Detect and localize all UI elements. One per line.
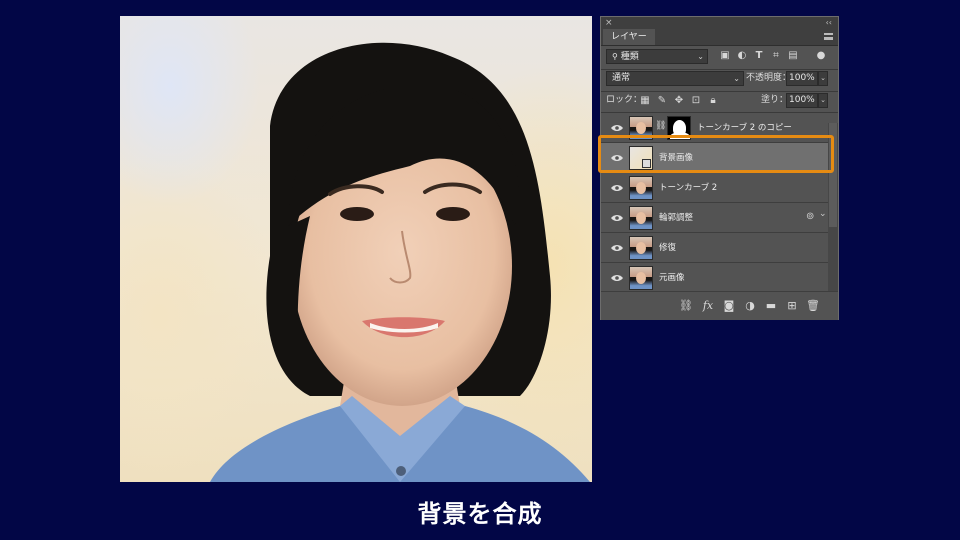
opacity-dropdown-icon[interactable]: ⌄: [818, 71, 828, 86]
smart-object-filter-icon[interactable]: ▤: [787, 50, 799, 62]
filter-kind-label: 種類: [620, 52, 639, 62]
link-icon[interactable]: ⛓: [679, 299, 693, 313]
lock-row: ロック： ▦ ✎ ✥ ⊡ 🔒︎ 塗り： 100% ⌄: [601, 93, 838, 109]
selection-highlight: [598, 135, 834, 173]
eye-icon[interactable]: [611, 184, 623, 192]
smart-filter-icon: ⊚: [806, 211, 815, 222]
lock-position-icon[interactable]: ✥: [673, 95, 685, 107]
layer-row[interactable]: 輪郭調整 ⊚ ⌄: [601, 203, 828, 233]
chevron-down-icon: ⌄: [697, 52, 704, 61]
layer-name: 修復: [659, 243, 677, 253]
lock-paint-icon[interactable]: ✎: [656, 95, 668, 107]
lock-artboard-icon[interactable]: ⊡: [690, 95, 702, 107]
blend-mode-label: 通常: [612, 73, 631, 83]
fill-dropdown-icon[interactable]: ⌄: [818, 93, 828, 108]
filter-kind-select[interactable]: ⚲ 種類 ⌄: [606, 49, 708, 64]
eye-icon[interactable]: [611, 124, 623, 132]
fill-label: 塗り：: [761, 95, 789, 105]
collapse-icon[interactable]: ‹‹: [826, 17, 832, 29]
divider: [601, 91, 838, 92]
layer-row[interactable]: 元画像: [601, 263, 828, 293]
mask-icon[interactable]: ◙: [722, 299, 736, 313]
folder-icon[interactable]: ▬: [764, 299, 778, 313]
layer-thumbnail: [629, 236, 653, 260]
type-filter-icon[interactable]: T: [753, 50, 765, 62]
layer-thumbnail: [629, 206, 653, 230]
eye-icon[interactable]: [611, 244, 623, 252]
layer-row[interactable]: 修復: [601, 233, 828, 263]
adjustment-filter-icon[interactable]: ◐: [736, 50, 748, 62]
tab-layers[interactable]: レイヤー: [603, 29, 655, 45]
shape-filter-icon[interactable]: ⌗: [770, 50, 782, 62]
lock-all-icon[interactable]: 🔒︎: [707, 95, 719, 107]
filter-toggle-icon[interactable]: ●: [815, 50, 827, 62]
layer-thumbnail: [629, 176, 653, 200]
layer-thumbnail: [629, 266, 653, 290]
lock-transparent-icon[interactable]: ▦: [639, 95, 651, 107]
layer-name: 元画像: [659, 273, 685, 283]
adjustment-icon[interactable]: ◑: [743, 299, 757, 313]
caption-text: 背景を合成: [417, 500, 543, 528]
chevron-down-icon: ⌄: [733, 74, 740, 83]
fx-icon[interactable]: fx: [701, 299, 715, 313]
panel-footer: ⛓ fx ◙ ◑ ▬ ⊞ 🗑︎: [601, 291, 838, 320]
blend-mode-select[interactable]: 通常 ⌄: [606, 71, 744, 86]
search-icon: ⚲: [612, 52, 618, 61]
opacity-input[interactable]: 100%: [786, 71, 818, 86]
trash-icon[interactable]: 🗑︎: [806, 299, 820, 313]
eye-icon[interactable]: [611, 274, 623, 282]
close-icon[interactable]: ×: [605, 17, 613, 29]
divider: [601, 69, 838, 70]
tab-bar: レイヤー: [601, 29, 838, 46]
opacity-label: 不透明度：: [746, 73, 792, 83]
pixel-filter-icon[interactable]: ▣: [719, 50, 731, 62]
new-layer-icon[interactable]: ⊞: [785, 299, 799, 313]
chevron-down-icon[interactable]: ⌄: [819, 209, 827, 219]
panel-menu-icon[interactable]: [824, 33, 833, 40]
canvas-photo: [120, 16, 592, 482]
panel-titlebar: × ‹‹: [601, 17, 838, 29]
eye-icon[interactable]: [611, 214, 623, 222]
layer-name: 輪郭調整: [659, 213, 694, 223]
filter-row: ⚲ 種類 ⌄ ▣ ◐ T ⌗ ▤ ●: [601, 49, 838, 65]
layer-name: トーンカーブ 2: [659, 183, 718, 193]
mask-link-icon[interactable]: ⛓: [655, 121, 666, 131]
lock-label: ロック：: [606, 95, 643, 105]
blend-row: 通常 ⌄ 不透明度： 100% ⌄: [601, 71, 838, 87]
layer-row[interactable]: トーンカーブ 2: [601, 173, 828, 203]
fill-input[interactable]: 100%: [786, 93, 818, 108]
